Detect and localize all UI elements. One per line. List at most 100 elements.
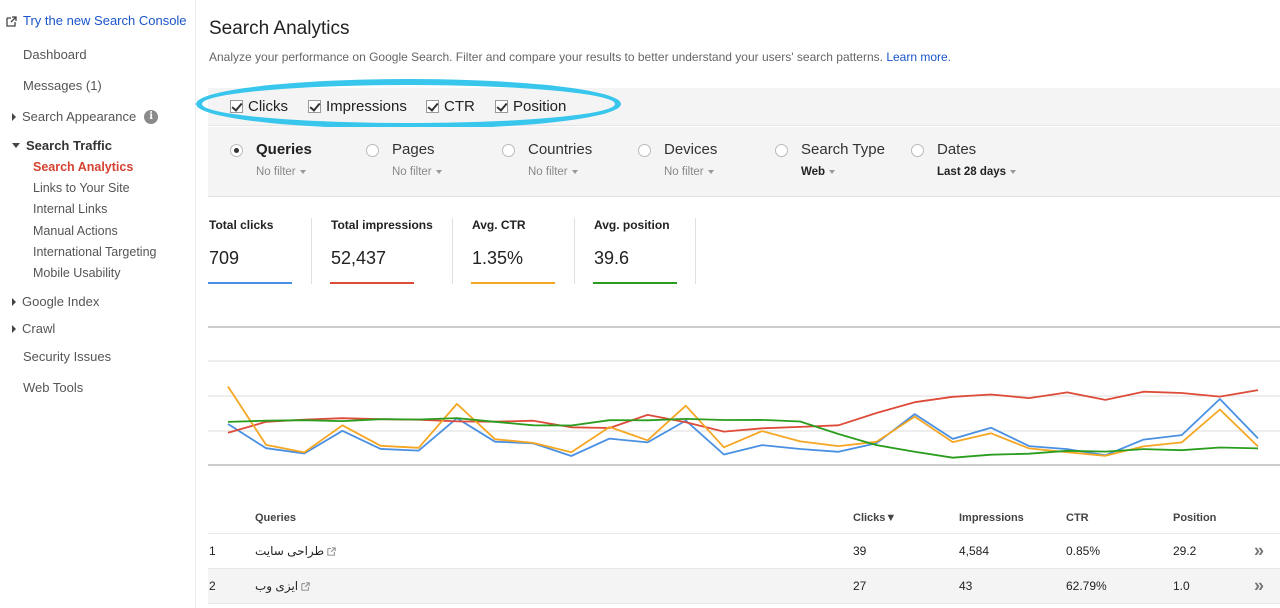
filter-dropdown[interactable]: No filter [664, 166, 714, 178]
total-clicks-card[interactable]: Total clicks 709 [208, 210, 308, 285]
metric-label: Position [513, 98, 567, 115]
dropdown-caret-icon [571, 170, 578, 174]
column-header-queries[interactable]: Queries [255, 512, 296, 524]
sidebar-item-search-analytics[interactable]: Search Analytics [33, 160, 133, 174]
total-label: Avg. CTR [472, 218, 526, 232]
ctr-cell: 0.85% [1066, 544, 1101, 558]
sidebar-item-international-targeting[interactable]: International Targeting [33, 245, 156, 259]
row-index: 1 [209, 544, 216, 558]
avg-ctr-card[interactable]: Avg. CTR 1.35% [471, 210, 571, 285]
series-line-impressions [227, 389, 1259, 434]
expand-arrow-icon [12, 297, 16, 306]
filter-value: No filter [256, 166, 296, 178]
metric-label: CTR [444, 98, 475, 115]
avg-position-card[interactable]: Avg. position 39.6 [593, 210, 693, 285]
column-header-impressions[interactable]: Impressions [959, 512, 1024, 524]
sidebar-item-links-to-your-site[interactable]: Links to Your Site [33, 181, 130, 195]
sidebar-group-label: Search Appearance [22, 109, 137, 124]
table-header: Queries Clicks▼ Impressions CTR Position [208, 502, 1280, 534]
radio-icon[interactable] [911, 144, 924, 157]
filter-dropdown[interactable]: No filter [256, 166, 306, 178]
metric-checkbox-clicks[interactable]: Clicks [230, 98, 288, 115]
series-line-position [227, 417, 1259, 459]
sidebar-item-internal-links[interactable]: Internal Links [33, 202, 107, 216]
main-content: Search Analytics Analyze your performanc… [196, 0, 1280, 608]
table-row[interactable]: 1 طراحی سایت 39 4,584 0.85% 29.2 » [208, 534, 1280, 569]
metric-label: Clicks [248, 98, 288, 115]
filter-label: Search Type [801, 141, 885, 158]
filter-label: Queries [256, 141, 312, 158]
learn-more-link[interactable]: Learn more. [886, 50, 951, 64]
performance-chart[interactable] [208, 318, 1280, 478]
sidebar-item-dashboard[interactable]: Dashboard [23, 47, 87, 62]
dropdown-caret-icon [299, 170, 306, 174]
try-new-console-link[interactable]: Try the new Search Console [6, 13, 187, 28]
radio-icon[interactable] [502, 144, 515, 157]
dropdown-caret-icon [707, 170, 714, 174]
filter-dropdown[interactable]: Last 28 days [937, 166, 1017, 178]
divider [695, 218, 696, 284]
filter-value: Web [801, 166, 826, 178]
sidebar-item-web-tools[interactable]: Web Tools [23, 380, 83, 395]
filter-value: No filter [664, 166, 704, 178]
sidebar-group-label: Search Traffic [26, 138, 112, 153]
filter-value: No filter [392, 166, 432, 178]
filter-label: Devices [664, 141, 718, 158]
column-header-clicks[interactable]: Clicks▼ [853, 512, 896, 524]
checkbox-icon [308, 100, 321, 113]
table-row[interactable]: 2 ایزی وب 27 43 62.79% 1.0 » [208, 569, 1280, 604]
impressions-cell: 43 [959, 579, 973, 593]
metric-checkbox-ctr[interactable]: CTR [426, 98, 475, 115]
sidebar-group-search-traffic[interactable]: Search Traffic [12, 138, 112, 153]
total-color-bar [330, 282, 414, 284]
filter-label: Dates [937, 141, 977, 158]
filter-dropdown[interactable]: No filter [528, 166, 578, 178]
metric-checkbox-position[interactable]: Position [495, 98, 566, 115]
metric-toggle-bar: Clicks Impressions CTR Position [208, 88, 1280, 126]
page-subtitle: Analyze your performance on Google Searc… [209, 50, 951, 64]
external-link-icon [6, 15, 17, 27]
total-value: 709 [209, 248, 240, 268]
total-label: Total impressions [331, 218, 433, 232]
sidebar-group-label: Google Index [22, 294, 100, 309]
sidebar-item-security-issues[interactable]: Security Issues [23, 349, 111, 364]
sidebar-group-crawl[interactable]: Crawl [12, 321, 55, 336]
sidebar-item-manual-actions[interactable]: Manual Actions [33, 224, 118, 238]
query-cell[interactable]: طراحی سایت [255, 544, 336, 558]
try-new-console-label: Try the new Search Console [23, 13, 187, 28]
checkbox-icon [230, 100, 243, 113]
column-header-position[interactable]: Position [1173, 512, 1216, 524]
info-icon[interactable]: i [144, 109, 159, 124]
sidebar-group-google-index[interactable]: Google Index [12, 294, 99, 309]
query-text: ایزی وب [255, 579, 299, 593]
position-cell: 29.2 [1173, 544, 1197, 558]
filter-dropdown[interactable]: No filter [392, 166, 442, 178]
radio-icon[interactable] [775, 144, 788, 157]
filter-dropdown[interactable]: Web [801, 166, 836, 178]
chevron-right-icon[interactable]: » [1254, 541, 1264, 562]
sidebar-item-mobile-usability[interactable]: Mobile Usability [33, 266, 121, 280]
queries-table: Queries Clicks▼ Impressions CTR Position… [208, 502, 1280, 604]
filter-value: No filter [528, 166, 568, 178]
subtitle-text: Analyze your performance on Google Searc… [209, 50, 883, 64]
filter-value: Last 28 days [937, 166, 1007, 178]
metric-checkbox-impressions[interactable]: Impressions [308, 98, 407, 115]
sidebar-group-search-appearance[interactable]: Search Appearance i [12, 109, 159, 124]
impressions-cell: 4,584 [959, 544, 990, 558]
total-color-bar [208, 282, 292, 284]
collapse-arrow-icon [12, 143, 20, 148]
radio-icon[interactable] [366, 144, 379, 157]
filter-label: Pages [392, 141, 435, 158]
radio-selected-icon[interactable] [230, 144, 243, 157]
sidebar-item-messages[interactable]: Messages (1) [23, 78, 102, 93]
clicks-cell: 39 [853, 544, 867, 558]
query-cell[interactable]: ایزی وب [255, 579, 310, 593]
position-cell: 1.0 [1173, 579, 1190, 593]
total-impressions-card[interactable]: Total impressions 52,437 [330, 210, 455, 285]
radio-icon[interactable] [638, 144, 651, 157]
chevron-right-icon[interactable]: » [1254, 576, 1264, 597]
external-link-icon[interactable] [327, 546, 336, 556]
divider [311, 218, 312, 284]
column-header-ctr[interactable]: CTR [1066, 512, 1089, 524]
external-link-icon[interactable] [301, 581, 310, 591]
